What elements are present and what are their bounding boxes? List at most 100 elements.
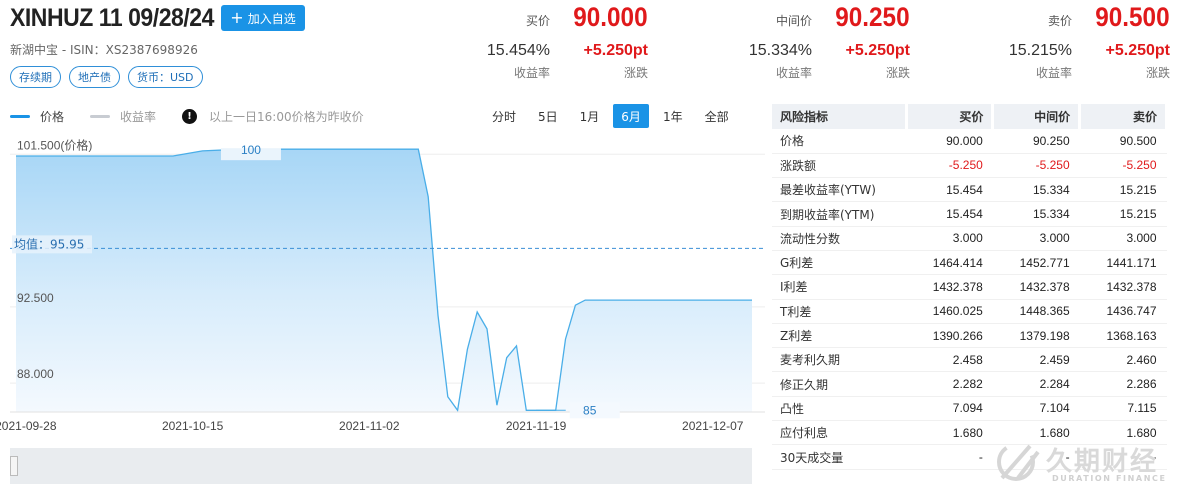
legend-yield-label: 收益率 xyxy=(120,110,157,124)
x-tick-label: 2021-11-19 xyxy=(506,419,567,433)
risk-cell-modified-duration-mid: 2.284 xyxy=(992,371,1080,397)
quote-ask: 卖价 90.500 15.215% +5.250pt 收益率 涨跌 xyxy=(932,0,1172,82)
chart-range-scrollbar[interactable] xyxy=(10,448,752,484)
risk-cell-macaulay-duration-label: 麦考利久期 xyxy=(772,347,906,373)
quote-bid-change-label: 涨跌 xyxy=(623,66,648,80)
isin-prefix: - ISIN： xyxy=(58,43,106,57)
risk-cell-modified-duration-label: 修正久期 xyxy=(772,371,906,397)
tag-currency: 货币：USD xyxy=(128,66,203,88)
add-to-watchlist-button[interactable]: + 加入自选 xyxy=(221,5,305,31)
price-area-fill xyxy=(16,149,752,412)
risk-cell-t-spread-bid: 1460.025 xyxy=(906,299,993,324)
risk-cell-convexity-ask: 7.115 xyxy=(1079,396,1167,422)
risk-cell-t-spread-ask: 1436.747 xyxy=(1079,299,1167,324)
range-1y[interactable]: 1年 xyxy=(655,104,691,128)
legend-yield[interactable]: 收益率 xyxy=(90,108,156,125)
risk-cell-modified-duration-bid: 2.282 xyxy=(906,371,993,397)
time-range-selector: 分时 5日 1月 6月 1年 全部 xyxy=(484,104,743,128)
x-tick-label: 2021-11-02 xyxy=(339,419,400,433)
risk-cell-g-spread-label: G利差 xyxy=(772,250,906,276)
risk-cell-z-spread-ask: 1368.163 xyxy=(1079,323,1167,349)
risk-cell-price-label: 价格 xyxy=(772,129,906,154)
risk-cell-convexity-bid: 7.094 xyxy=(906,396,993,422)
risk-cell-ytm-mid: 15.334 xyxy=(992,201,1080,227)
risk-row-change: 涨跌额 -5.250 -5.250 -5.250 xyxy=(772,153,1167,179)
plus-icon: + xyxy=(230,8,244,27)
risk-cell-t-spread-mid: 1448.365 xyxy=(992,299,1080,324)
risk-cell-price-ask: 90.500 xyxy=(1079,129,1167,154)
quote-ask-label: 卖价 xyxy=(1047,14,1072,28)
risk-row-ytm: 到期收益率(YTM) 15.454 15.334 15.215 xyxy=(772,201,1167,227)
risk-row-ytw: 最差收益率(YTW) 15.454 15.334 15.215 xyxy=(772,177,1167,203)
bond-title: XINHUZ 11 09/28/24 xyxy=(10,4,214,32)
quote-ask-yield-label: 收益率 xyxy=(1035,66,1072,80)
risk-cell-change-mid: -5.250 xyxy=(992,153,1080,179)
quote-bid-change: +5.250pt xyxy=(583,42,648,59)
risk-cell-ytw-label: 最差收益率(YTW) xyxy=(772,177,906,203)
risk-header-ask: 卖价 xyxy=(1079,104,1168,129)
legend-price-swatch xyxy=(10,115,30,118)
range-all[interactable]: 全部 xyxy=(697,104,737,128)
risk-row-g-spread: G利差 1464.414 1452.771 1441.171 xyxy=(772,250,1167,276)
add-to-watchlist-label: 加入自选 xyxy=(247,11,296,26)
quote-ask-change: +5.250pt xyxy=(1105,42,1170,59)
legend-yield-swatch xyxy=(90,115,111,118)
quote-mid-yield-label: 收益率 xyxy=(775,66,812,80)
bond-tags: 存续期 地产债 货币：USD xyxy=(10,66,203,88)
quote-bid-yield: 15.454% xyxy=(486,42,550,59)
risk-cell-i-spread-label: I利差 xyxy=(772,274,906,300)
range-6m[interactable]: 6月 xyxy=(613,104,649,128)
risk-cell-i-spread-bid: 1432.378 xyxy=(906,274,993,300)
risk-cell-accrued-interest-label: 应付利息 xyxy=(772,420,906,446)
scrollbar-handle[interactable] xyxy=(10,456,18,476)
risk-cell-accrued-interest-bid: 1.680 xyxy=(906,420,993,446)
chart-legend: 价格 收益率 ! 以上一日16:00价格为昨收价 xyxy=(10,108,364,125)
quote-bid-yield-label: 收益率 xyxy=(513,66,550,80)
price-chart[interactable]: 101.500(价格) 92.500 88.000 2021-09-28 2021-10… xyxy=(0,135,765,440)
risk-cell-price-bid: 90.000 xyxy=(906,129,993,154)
quote-mid: 中间价 90.250 15.334% +5.250pt 收益率 涨跌 xyxy=(672,0,912,82)
range-intraday[interactable]: 分时 xyxy=(484,104,524,128)
risk-cell-liquidity-label: 流动性分数 xyxy=(772,226,906,251)
info-icon: ! xyxy=(182,109,198,124)
risk-cell-i-spread-mid: 1432.378 xyxy=(992,274,1080,300)
x-tick-label: 2021-12-07 xyxy=(682,419,744,433)
risk-cell-volume-30d-bid: - xyxy=(906,444,993,470)
logo-brand-cn: 久期财经 xyxy=(1046,447,1159,477)
risk-cell-z-spread-bid: 1390.266 xyxy=(906,323,993,349)
risk-row-z-spread: Z利差 1390.266 1379.198 1368.163 xyxy=(772,323,1167,349)
quote-mid-label: 中间价 xyxy=(775,14,812,28)
logo-mark-icon xyxy=(997,443,1040,481)
duration-finance-logo: 久期财经 DURATION FINANCE xyxy=(994,436,1178,486)
quote-bid-label: 买价 xyxy=(525,14,550,28)
risk-cell-liquidity-mid: 3.000 xyxy=(992,226,1080,251)
risk-row-i-spread: I利差 1432.378 1432.378 1432.378 xyxy=(772,274,1167,300)
quote-ask-price: 90.500 xyxy=(1095,2,1170,32)
quote-mid-yield: 15.334% xyxy=(748,42,812,59)
risk-cell-g-spread-mid: 1452.771 xyxy=(992,250,1080,276)
range-1m[interactable]: 1月 xyxy=(572,104,608,128)
risk-header-mid: 中间价 xyxy=(992,104,1082,129)
quote-bid-price: 90.000 xyxy=(573,2,648,32)
quote-mid-price: 90.250 xyxy=(835,2,910,32)
prev-close-note: 以上一日16:00价格为昨收价 xyxy=(209,110,364,124)
average-label: 均值：95.95 xyxy=(14,236,84,251)
tag-sector: 地产债 xyxy=(69,66,120,88)
min-label: 85 xyxy=(583,403,597,417)
quote-ask-yield: 15.215% xyxy=(1008,42,1072,59)
legend-price[interactable]: 价格 xyxy=(10,108,64,125)
quote-ask-change-label: 涨跌 xyxy=(1145,66,1170,80)
isin-code: XS2387698926 xyxy=(105,43,198,57)
issuer-name: 新湖中宝 xyxy=(10,43,59,57)
risk-table-header: 风险指标 买价 中间价 卖价 xyxy=(772,104,1168,129)
y-tick-label: 92.500 xyxy=(17,291,54,305)
risk-row-modified-duration: 修正久期 2.282 2.284 2.286 xyxy=(772,371,1167,397)
risk-header-indicator: 风险指标 xyxy=(772,104,908,129)
risk-cell-volume-30d-label: 30天成交量 xyxy=(772,444,906,470)
risk-cell-ytw-ask: 15.215 xyxy=(1079,177,1167,203)
x-tick-label: 2021-10-15 xyxy=(162,419,224,433)
range-5d[interactable]: 5日 xyxy=(530,104,566,128)
risk-cell-t-spread-label: T利差 xyxy=(772,299,906,324)
risk-cell-liquidity-ask: 3.000 xyxy=(1079,226,1167,251)
risk-cell-change-bid: -5.250 xyxy=(906,153,993,179)
